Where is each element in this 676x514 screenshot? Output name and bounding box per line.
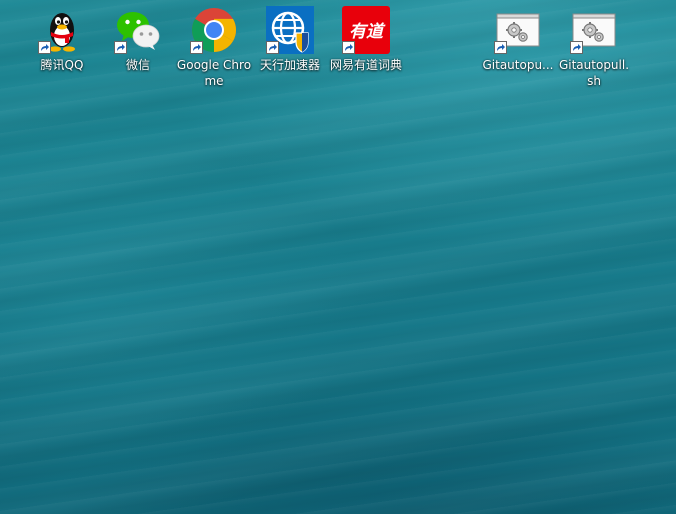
desktop-icon-label: 微信 <box>125 58 150 72</box>
qq-penguin-icon <box>38 6 86 54</box>
desktop-icon-qq[interactable]: 腾讯QQ <box>24 6 100 73</box>
shortcut-arrow-icon <box>494 41 507 54</box>
youdao-dict-icon: 有道 <box>342 6 390 54</box>
chrome-icon <box>190 6 238 54</box>
desktop-icon-gitautopull-1[interactable]: Gitautopu... <box>480 6 556 73</box>
desktop-icon-label: 网易有道词典 <box>329 58 402 72</box>
script-gears-icon <box>494 6 542 54</box>
shortcut-arrow-icon <box>342 41 355 54</box>
script-gears-icon <box>570 6 618 54</box>
shortcut-arrow-icon <box>266 41 279 54</box>
shortcut-arrow-icon <box>38 41 51 54</box>
desktop-icon-label: 天行加速器 <box>259 58 320 72</box>
shortcut-arrow-icon <box>570 41 583 54</box>
shortcut-arrow-icon <box>114 41 127 54</box>
desktop-icon-label: Google Chrome <box>176 58 252 88</box>
desktop-icon-gitautopull-2[interactable]: Gitautopull.sh <box>556 6 632 89</box>
desktop-icon-chrome[interactable]: Google Chrome <box>176 6 252 89</box>
desktop-icon-wechat[interactable]: 微信 <box>100 6 176 73</box>
desktop-icon-accelerator[interactable]: 天行加速器 <box>252 6 328 73</box>
youdao-badge-text: 有道 <box>349 22 386 42</box>
desktop-icon-label: Gitautopull.sh <box>558 58 630 88</box>
desktop-icon-youdao[interactable]: 有道 网易有道词典 <box>328 6 404 73</box>
desktop-icon-label: 腾讯QQ <box>40 58 84 72</box>
desktop-icon-label: Gitautopu... <box>482 58 554 72</box>
shortcut-arrow-icon <box>190 41 203 54</box>
globe-shield-icon <box>266 6 314 54</box>
desktop[interactable]: 腾讯QQ 微信 Google Chrome 天行加速器 有道 网易有道词典 Gi… <box>0 0 676 514</box>
wechat-icon <box>114 6 162 54</box>
